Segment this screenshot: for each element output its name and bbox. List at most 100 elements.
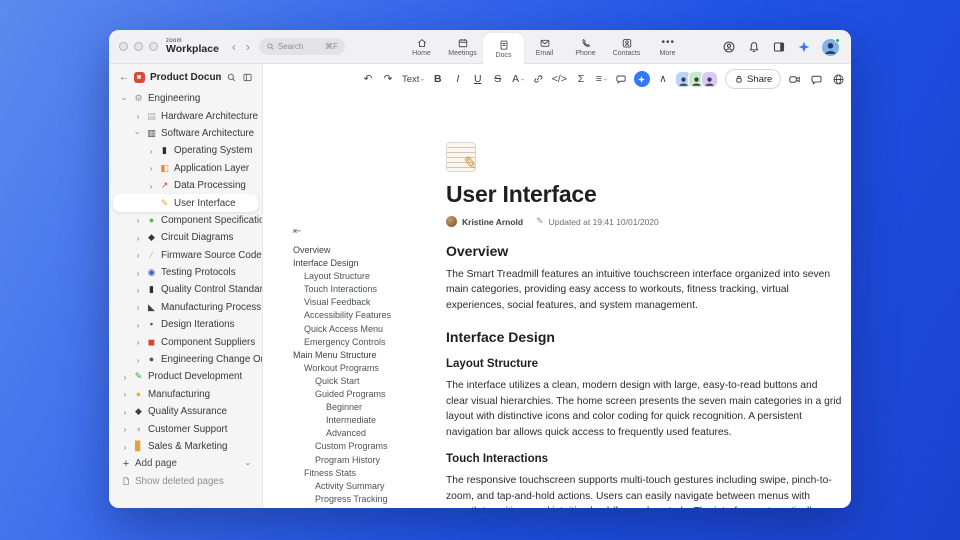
paragraph-overview[interactable]: The Smart Treadmill features an intuitiv… <box>446 267 842 313</box>
chevron-right-icon[interactable]: › <box>134 285 142 295</box>
redo-button[interactable]: ↷ <box>379 69 397 89</box>
outline-item-fitness-stats[interactable]: Fitness Stats <box>293 467 443 480</box>
document-title[interactable]: User Interface <box>446 181 842 208</box>
undo-button[interactable]: ↶ <box>359 69 377 89</box>
heading-touch-interactions[interactable]: Touch Interactions <box>446 453 842 465</box>
chevron-right-icon[interactable]: › <box>134 250 142 260</box>
outline-item-intermediate[interactable]: Intermediate <box>293 414 443 427</box>
sidebar-item-product-development[interactable]: › ✎ Product Development <box>109 368 262 385</box>
outline-item-interface-design[interactable]: Interface Design <box>293 257 443 270</box>
chevron-right-icon[interactable]: › <box>147 146 155 156</box>
outline-collapse-icon[interactable]: ⇤ <box>293 226 443 237</box>
tab-home[interactable]: Home <box>401 30 442 64</box>
collapse-toolbar-button[interactable]: ∧ <box>654 69 672 89</box>
chevron-down-icon[interactable]: › <box>133 129 143 137</box>
outline-item-beginner[interactable]: Beginner <box>293 401 443 414</box>
outline-item-program-history[interactable]: Program History <box>293 454 443 467</box>
sidebar-item-customer-support[interactable]: › ◖ Customer Support <box>109 420 262 437</box>
tab-meetings[interactable]: Meetings <box>442 30 483 64</box>
share-button[interactable]: Share <box>724 69 782 89</box>
tab-more[interactable]: ••• More <box>647 30 688 64</box>
chevron-right-icon[interactable]: › <box>121 407 129 417</box>
chevron-right-icon[interactable]: › <box>147 163 155 173</box>
chevron-right-icon[interactable]: › <box>134 320 142 330</box>
list-format-button[interactable]: ≡ › <box>592 69 610 89</box>
heading-layout-structure[interactable]: Layout Structure <box>446 358 842 370</box>
sidebar-item-hardware-architecture[interactable]: › ▤ Hardware Architecture <box>109 107 262 124</box>
outline-item-touch-interactions[interactable]: Touch Interactions <box>293 283 443 296</box>
sidebar-item-component-suppliers[interactable]: › ◼ Component Suppliers <box>109 333 262 350</box>
sidebar-item-engineering[interactable]: › ⚙ Engineering <box>109 90 262 107</box>
link-button[interactable] <box>529 69 547 89</box>
user-avatar[interactable] <box>822 37 840 56</box>
sidebar-item-testing-protocols[interactable]: › ◉ Testing Protocols <box>109 264 262 281</box>
outline-item-quick-access-menu[interactable]: Quick Access Menu <box>293 323 443 336</box>
ai-companion-sparkle-icon[interactable] <box>797 40 811 54</box>
outline-item-custom-programs[interactable]: Custom Programs <box>293 440 443 453</box>
bold-button[interactable]: B <box>429 69 447 89</box>
outline-item-accessibility-features[interactable]: Accessibility Features <box>293 309 443 322</box>
outline-item-activity-summary[interactable]: Activity Summary <box>293 480 443 493</box>
strikethrough-button[interactable]: S <box>489 69 507 89</box>
heading-interface-design[interactable]: Interface Design <box>446 329 842 345</box>
sidebar-item-software-architecture[interactable]: › ▥ Software Architecture <box>109 125 262 142</box>
sidebar-panel-icon[interactable] <box>242 72 253 83</box>
sidebar-item-operating-system[interactable]: › ▮ Operating System <box>109 142 262 159</box>
tab-docs[interactable]: Docs <box>483 33 524 64</box>
sidebar-item-manufacturing-process[interactable]: › ◣ Manufacturing Process <box>109 299 262 316</box>
paragraph-touch-interactions[interactable]: The responsive touchscreen supports mult… <box>446 473 842 508</box>
sidebar-footer-chevron-icon[interactable]: › <box>244 462 254 465</box>
chevron-right-icon[interactable]: › <box>134 337 142 347</box>
workspace-title[interactable]: Product Documenta... <box>150 72 221 83</box>
profile-icon[interactable] <box>722 40 736 54</box>
italic-button[interactable]: I <box>449 69 467 89</box>
chevron-right-icon[interactable]: › <box>134 355 142 365</box>
side-panel-icon[interactable] <box>772 40 786 54</box>
sidebar-item-sales-marketing[interactable]: › ▊ Sales & Marketing <box>109 438 262 455</box>
document-body[interactable]: ✎ User Interface Kristine Arnold ✎ Updat… <box>446 134 842 508</box>
outline-item-advanced[interactable]: Advanced <box>293 427 443 440</box>
document-memo-emoji-icon[interactable]: ✎ <box>446 142 478 174</box>
close-button[interactable] <box>119 42 128 51</box>
paragraph-layout-structure[interactable]: The interface utilizes a clean, modern d… <box>446 378 842 440</box>
tab-email[interactable]: Email <box>524 30 565 64</box>
equation-button[interactable]: Σ <box>572 69 590 89</box>
sidebar-item-component-specifications[interactable]: › ● Component Specifications <box>109 212 262 229</box>
sidebar-item-manufacturing[interactable]: › ● Manufacturing <box>109 386 262 403</box>
chevron-right-icon[interactable]: › <box>121 372 129 382</box>
sidebar-item-quality-assurance[interactable]: › ◆ Quality Assurance <box>109 403 262 420</box>
text-color-button[interactable]: A › <box>509 69 527 89</box>
sidebar-item-quality-control-standards[interactable]: › ▮ Quality Control Standards <box>109 281 262 298</box>
outline-item-weight-goals[interactable]: Weight Goals <box>293 506 443 508</box>
sidebar-item-data-processing[interactable]: › ↗ Data Processing <box>109 177 262 194</box>
outline-item-overview[interactable]: Overview <box>293 244 443 257</box>
chevron-right-icon[interactable]: › <box>121 424 129 434</box>
heading-overview[interactable]: Overview <box>446 243 842 259</box>
add-page-button[interactable]: + Add page › <box>109 455 262 472</box>
collaborator-3-avatar[interactable] <box>700 70 718 88</box>
outline-item-layout-structure[interactable]: Layout Structure <box>293 270 443 283</box>
notifications-bell-icon[interactable] <box>747 40 761 54</box>
comment-button[interactable] <box>612 69 630 89</box>
chevron-right-icon[interactable]: › <box>121 389 129 399</box>
underline-button[interactable]: U <box>469 69 487 89</box>
sidebar-item-circuit-diagrams[interactable]: › ◆ Circuit Diagrams <box>109 229 262 246</box>
outline-item-quick-start[interactable]: Quick Start <box>293 375 443 388</box>
outline-item-visual-feedback[interactable]: Visual Feedback <box>293 296 443 309</box>
chevron-down-icon[interactable]: › <box>120 95 130 103</box>
tab-phone[interactable]: Phone <box>565 30 606 64</box>
chevron-right-icon[interactable]: › <box>147 181 155 191</box>
maximize-button[interactable] <box>149 42 158 51</box>
chevron-right-icon[interactable]: › <box>134 215 142 225</box>
chevron-right-icon[interactable]: › <box>121 442 129 452</box>
sidebar-item-user-interface[interactable]: ✎ User Interface <box>113 194 258 212</box>
outline-item-emergency-controls[interactable]: Emergency Controls <box>293 336 443 349</box>
chevron-right-icon[interactable]: › <box>134 268 142 278</box>
chat-bubble-icon[interactable] <box>810 73 823 86</box>
chevron-right-icon[interactable]: › <box>134 302 142 312</box>
tab-contacts[interactable]: Contacts <box>606 30 647 64</box>
outline-item-guided-programs[interactable]: Guided Programs <box>293 388 443 401</box>
chevron-right-icon[interactable]: › <box>134 111 142 121</box>
video-camera-icon[interactable] <box>788 73 801 86</box>
ai-companion-button[interactable] <box>633 71 650 87</box>
